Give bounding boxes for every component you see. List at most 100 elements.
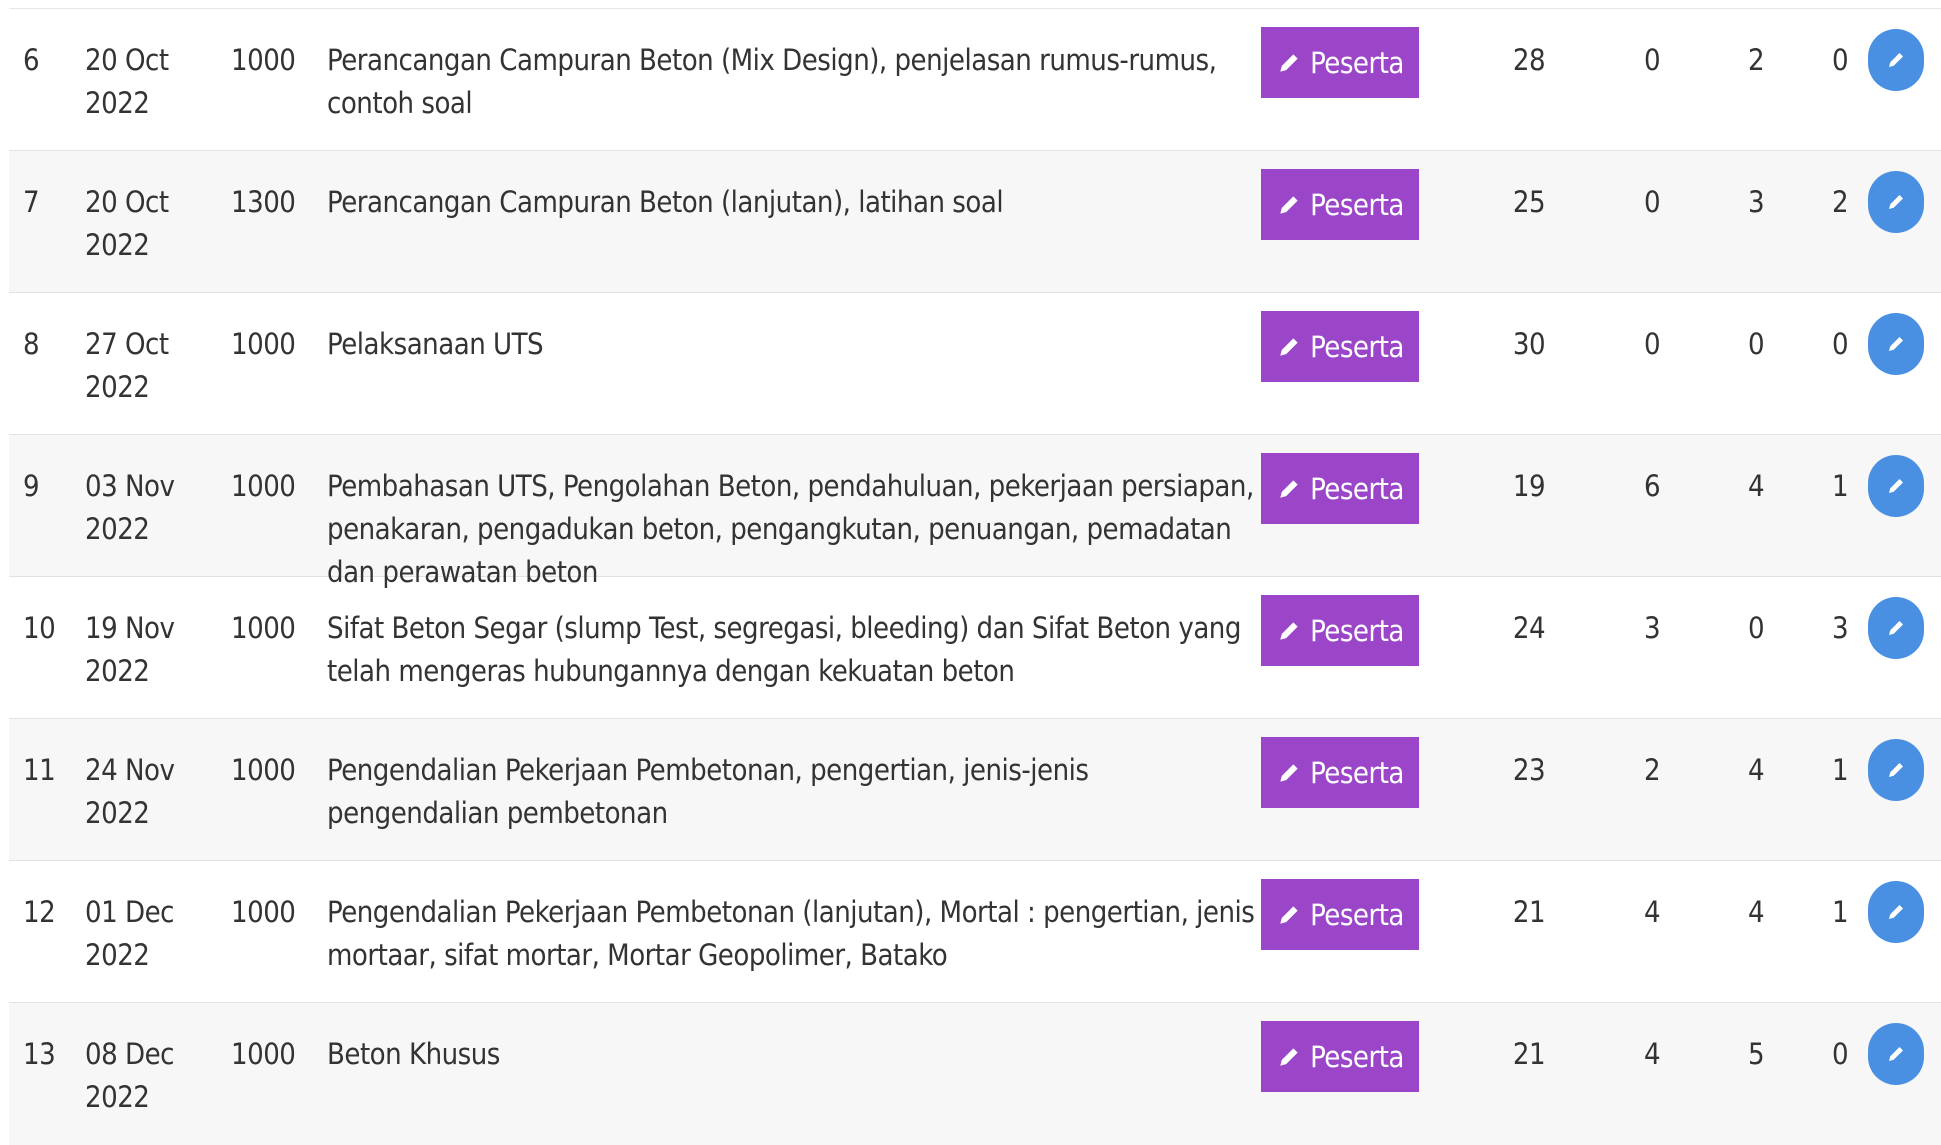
pencil-icon [1884,332,1908,356]
pencil-icon [1884,190,1908,214]
count-col-2: 0 [1643,185,1661,219]
date-day-month: 01 Dec [85,895,174,929]
table-row: 6 20 Oct 2022 1000 Perancangan Campuran … [9,9,1941,151]
meeting-number: 8 [23,327,40,361]
count-col-3: 0 [1747,327,1765,361]
meeting-time: 1000 [231,469,296,503]
count-total: 21 [1512,895,1546,929]
edit-button[interactable] [1868,597,1924,659]
date-year: 2022 [85,228,150,262]
peserta-button-label: Peserta [1310,329,1404,364]
pencil-icon [1884,48,1908,72]
count-col-3: 5 [1747,1037,1765,1071]
meetings-table: 6 20 Oct 2022 1000 Perancangan Campuran … [9,8,1941,1145]
peserta-button-label: Peserta [1310,45,1404,80]
edit-button[interactable] [1868,29,1924,91]
meeting-date: 20 Oct 2022 [85,39,205,125]
table-row: 11 24 Nov 2022 1000 Pengendalian Pekerja… [9,719,1941,861]
pencil-icon [1276,902,1302,928]
date-day-month: 08 Dec [85,1037,174,1071]
pencil-icon [1276,334,1302,360]
meeting-date: 27 Oct 2022 [85,323,205,409]
peserta-button-label: Peserta [1310,613,1404,648]
count-col-4: 0 [1831,43,1849,77]
meeting-time: 1000 [231,753,296,787]
meeting-date: 19 Nov 2022 [85,607,205,693]
peserta-button[interactable]: Peserta [1261,1021,1419,1092]
count-col-4: 1 [1831,895,1849,929]
count-total: 19 [1512,469,1546,503]
table-row: 13 08 Dec 2022 1000 Beton Khusus Peserta… [9,1003,1941,1145]
peserta-button[interactable]: Peserta [1261,169,1419,240]
table-row: 10 19 Nov 2022 1000 Sifat Beton Segar (s… [9,577,1941,719]
meeting-topic: Pelaksanaan UTS [327,327,544,361]
peserta-button[interactable]: Peserta [1261,737,1419,808]
count-col-3: 4 [1747,895,1765,929]
count-col-3: 2 [1747,43,1765,77]
meeting-number: 12 [23,895,56,929]
peserta-button-label: Peserta [1310,471,1404,506]
date-day-month: 24 Nov [85,753,175,787]
meeting-time: 1000 [231,895,296,929]
count-total: 25 [1512,185,1546,219]
peserta-button[interactable]: Peserta [1261,595,1419,666]
meeting-topic: Perancangan Campuran Beton (Mix Design),… [327,43,1217,120]
meeting-time: 1000 [231,43,296,77]
peserta-button[interactable]: Peserta [1261,879,1419,950]
meeting-topic: Pengendalian Pekerjaan Pembetonan, penge… [327,753,1089,830]
meeting-number: 7 [23,185,40,219]
pencil-icon [1276,618,1302,644]
count-col-2: 2 [1643,753,1661,787]
meeting-date: 24 Nov 2022 [85,749,205,835]
pencil-icon [1884,900,1908,924]
meeting-date: 20 Oct 2022 [85,181,205,267]
meeting-date: 01 Dec 2022 [85,891,205,977]
count-col-4: 1 [1831,469,1849,503]
edit-button[interactable] [1868,455,1924,517]
pencil-icon [1884,1042,1908,1066]
meeting-number: 9 [23,469,40,503]
peserta-button[interactable]: Peserta [1261,453,1419,524]
pencil-icon [1884,616,1908,640]
count-col-3: 4 [1747,753,1765,787]
meeting-topic: Pembahasan UTS, Pengolahan Beton, pendah… [327,469,1254,589]
edit-button[interactable] [1868,881,1924,943]
date-day-month: 20 Oct [85,43,169,77]
count-col-2: 3 [1643,611,1661,645]
meeting-date: 08 Dec 2022 [85,1033,205,1119]
peserta-button-label: Peserta [1310,897,1404,932]
date-day-month: 20 Oct [85,185,169,219]
count-col-2: 6 [1643,469,1661,503]
date-year: 2022 [85,86,150,120]
meeting-date: 03 Nov 2022 [85,465,205,551]
date-year: 2022 [85,654,150,688]
edit-button[interactable] [1868,1023,1924,1085]
table-row: 9 03 Nov 2022 1000 Pembahasan UTS, Pengo… [9,435,1941,589]
meeting-topic: Perancangan Campuran Beton (lanjutan), l… [327,185,1004,219]
pencil-icon [1276,50,1302,76]
edit-button[interactable] [1868,171,1924,233]
date-day-month: 03 Nov [85,469,175,503]
peserta-button[interactable]: Peserta [1261,311,1419,382]
count-col-3: 0 [1747,611,1765,645]
count-total: 28 [1512,43,1546,77]
count-col-2: 0 [1643,327,1661,361]
count-col-4: 0 [1831,1037,1849,1071]
date-year: 2022 [85,370,150,404]
date-year: 2022 [85,938,150,972]
meeting-number: 11 [23,753,56,787]
count-col-2: 4 [1643,1037,1661,1071]
peserta-button[interactable]: Peserta [1261,27,1419,98]
edit-button[interactable] [1868,313,1924,375]
pencil-icon [1276,476,1302,502]
count-col-2: 0 [1643,43,1661,77]
count-col-2: 4 [1643,895,1661,929]
count-col-4: 1 [1831,753,1849,787]
date-day-month: 19 Nov [85,611,175,645]
count-col-4: 2 [1831,185,1849,219]
pencil-icon [1276,760,1302,786]
meeting-time: 1000 [231,1037,296,1071]
pencil-icon [1884,474,1908,498]
pencil-icon [1884,758,1908,782]
edit-button[interactable] [1868,739,1924,801]
